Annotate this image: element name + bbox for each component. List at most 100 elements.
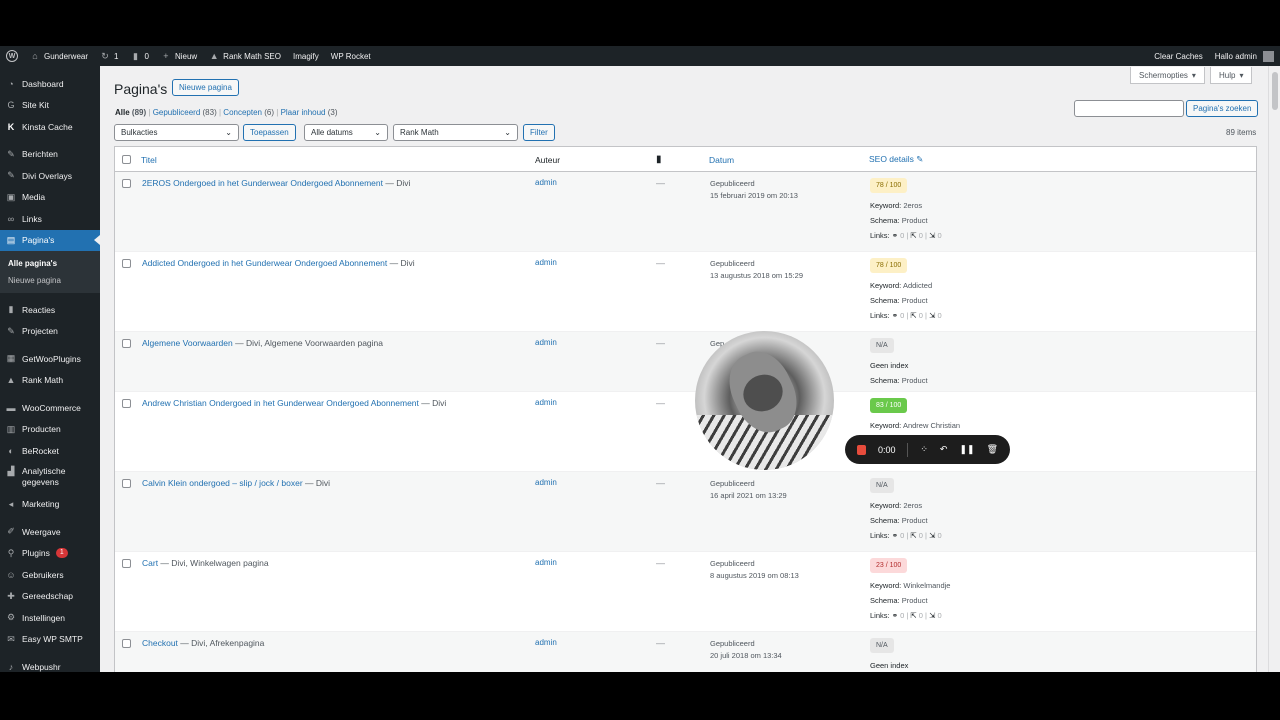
sidebar-item-plugins[interactable]: ⚲ Plugins 1 [0,543,100,565]
add-new-page-button[interactable]: Nieuwe pagina [172,79,239,96]
screen-options-button[interactable]: Schermopties ▾ [1130,67,1205,84]
sidebar-item-producten[interactable]: ▥ Producten [0,419,100,441]
seo-score-badge[interactable]: 83 / 100 [870,398,908,413]
sidebar-item-kinsta-cache[interactable]: K Kinsta Cache [0,116,100,138]
sidebar-item-berichten[interactable]: ✎ Berichten [0,144,100,166]
site-name-link[interactable]: ⌂ Gunderwear [24,46,94,66]
author-link[interactable]: admin [535,398,557,407]
sidebar-item-projecten[interactable]: ✎ Projecten [0,321,100,343]
sidebar-item-berocket[interactable]: ◐ BeRocket [0,440,100,462]
schema-line: Schema: Product [870,513,942,528]
submenu-all-pages[interactable]: Alle pagina's [0,255,100,272]
page-title-link[interactable]: 2EROS Ondergoed in het Gunderwear Onderg… [142,178,383,188]
scrollbar-thumb[interactable] [1272,72,1278,110]
column-title-header[interactable]: Titel [141,155,157,165]
column-date-header[interactable]: Datum [709,155,734,165]
row-checkbox[interactable] [122,179,131,188]
sidebar-item-instellingen[interactable]: ⚙ Instellingen [0,607,100,629]
select-all-checkbox[interactable] [122,155,131,164]
author-link[interactable]: admin [535,478,557,487]
new-content-link[interactable]: + Nieuw [155,46,203,66]
column-seo-header[interactable]: SEO details ✎ [869,154,923,165]
sidebar-item-reacties[interactable]: ▮ Reacties [0,299,100,321]
pause-icon[interactable]: ❚❚ [959,444,974,455]
page-title-link[interactable]: Algemene Voorwaarden [142,338,233,348]
author-link[interactable]: admin [535,638,557,647]
sidebar-item-dashboard[interactable]: ◔ Dashboard [0,73,100,95]
sidebar-item-woocommerce[interactable]: ▬ WooCommerce [0,397,100,419]
view-trash-link[interactable]: Plaar inhoud (3) [281,108,338,117]
schema-label: Schema: [870,596,900,605]
author-link[interactable]: admin [535,258,557,267]
sidebar-item-media[interactable]: ▣ Media [0,187,100,209]
page-title-link[interactable]: Checkout [142,638,178,648]
row-checkbox[interactable] [122,559,131,568]
filter-button[interactable]: Filter [523,124,555,141]
sidebar-item-getwooplugins[interactable]: ▦ GetWooPlugins [0,348,100,370]
wp-rocket-link[interactable]: WP Rocket [325,46,377,66]
noindex-label: Geen index [870,661,909,670]
sidebar-item-divi-overlays[interactable]: ✎ Divi Overlays [0,165,100,187]
sidebar-item-rank-math[interactable]: ▲ Rank Math [0,370,100,392]
sidebar-item-paginas[interactable]: ▤ Pagina's [0,229,100,251]
links-line: Links: ⚭ 0 | ⇱ 0 | ⇲ 0 [870,308,942,323]
seo-score-badge[interactable]: 23 / 100 [870,558,908,573]
berocket-icon: ◐ [8,445,14,456]
search-input[interactable] [1074,100,1184,117]
imagify-link[interactable]: Imagify [287,46,325,66]
search-pages-button[interactable]: Pagina's zoeken [1186,100,1259,117]
row-checkbox[interactable] [122,479,131,488]
bulk-actions-select[interactable]: Bulkacties ⌄ [114,124,239,141]
comment-count: — [656,338,665,348]
view-published-link[interactable]: Gepubliceerd (83) [153,108,217,117]
view-drafts-link[interactable]: Concepten (6) [223,108,274,117]
page-title-link[interactable]: Andrew Christian Ondergoed in het Gunder… [142,398,419,408]
rank-math-link[interactable]: ▲ Rank Math SEO [203,46,287,66]
author-link[interactable]: admin [535,338,557,347]
sidebar-item-easy-wp-smtp[interactable]: ✉ Easy WP SMTP [0,629,100,651]
sidebar-item-gereedschap[interactable]: ✚ Gereedschap [0,586,100,608]
comments-column-icon[interactable]: ▮ [656,154,662,165]
sidebar-item-links[interactable]: ∞ Links [0,208,100,230]
sidebar-item-webpushr[interactable]: ♪ Webpushr [0,656,100,672]
comments-link[interactable]: ▮ 0 [124,46,154,66]
seo-score-badge[interactable]: N/A [870,478,894,493]
stop-icon[interactable] [857,444,866,455]
submenu-new-page[interactable]: Nieuwe pagina [0,272,100,289]
wordpress-logo-button[interactable]: W [0,46,24,66]
sidebar-item-marketing[interactable]: ◂ Marketing [0,494,100,516]
seo-score-badge[interactable]: N/A [870,638,894,653]
trash-icon[interactable]: 🗑 [987,444,998,455]
updates-link[interactable]: ↻ 1 [94,46,124,66]
row-checkbox[interactable] [122,259,131,268]
page-title-link[interactable]: Calvin Klein ondergoed – slip / jock / b… [142,478,303,488]
author-link[interactable]: admin [535,178,557,187]
view-all-link[interactable]: Alle (89) [115,108,146,117]
row-checkbox[interactable] [122,639,131,648]
row-checkbox[interactable] [122,399,131,408]
sidebar-item-site-kit[interactable]: G Site Kit [0,95,100,117]
seo-score-badge[interactable]: 78 / 100 [870,258,908,273]
page-title-link[interactable]: Addicted Ondergoed in het Gunderwear Ond… [142,258,387,268]
undo-icon[interactable]: ↶ [940,444,948,455]
comment-count: — [656,178,665,188]
keyword-label: Keyword: [870,201,902,210]
dates-select[interactable]: Alle datums ⌄ [304,124,388,141]
page-title-link[interactable]: Cart [142,558,158,568]
help-button[interactable]: Hulp ▾ [1210,67,1253,84]
apply-button[interactable]: Toepassen [243,124,296,141]
sidebar-item-weergave[interactable]: ✐ Weergave [0,521,100,543]
seo-score-badge[interactable]: N/A [870,338,894,353]
row-checkbox[interactable] [122,339,131,348]
sidebar-item-gebruikers[interactable]: ☺ Gebruikers [0,564,100,586]
page-scrollbar[interactable] [1268,66,1280,672]
sidebar-item-analytics[interactable]: ▟ Analytische gegevens [0,462,100,494]
account-menu[interactable]: Hallo admin [1209,46,1280,66]
publish-date: 15 februari 2019 om 20:13 [710,191,798,200]
seo-score-badge[interactable]: 78 / 100 [870,178,908,193]
grid-icon[interactable]: ⁘ [920,444,928,455]
author-link[interactable]: admin [535,558,557,567]
rank-math-select[interactable]: Rank Math ⌄ [393,124,518,141]
clear-caches-link[interactable]: Clear Caches [1148,46,1208,66]
publish-date: 13 augustus 2018 om 15:29 [710,271,803,280]
